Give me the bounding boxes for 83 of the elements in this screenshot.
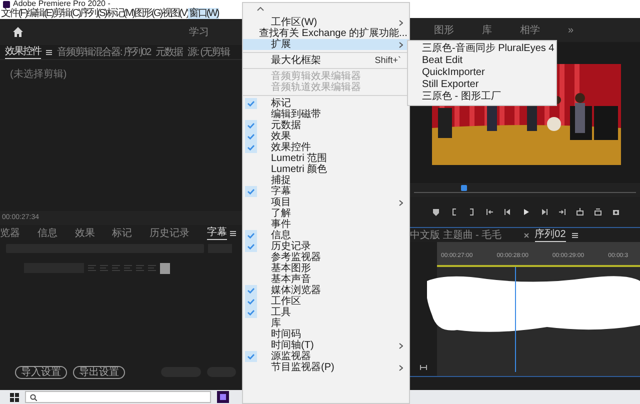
panel-tab[interactable]: 音频剪辑混合器: 序列02 (57, 47, 151, 59)
panel-tab[interactable]: 览器 (0, 228, 20, 240)
menu-item[interactable]: 库 (243, 318, 409, 329)
zoom-fit-icon[interactable] (420, 365, 427, 370)
insert-icon[interactable] (576, 208, 584, 216)
panel-tab[interactable]: 元数据 (156, 47, 183, 59)
home-icon[interactable] (13, 27, 23, 37)
go-to-out-icon[interactable] (558, 208, 566, 216)
menu-item[interactable]: 工作区 (243, 296, 409, 307)
step-forward-icon[interactable] (540, 208, 548, 216)
timeline-tab[interactable]: 中文版 主题曲 - 毛毛 (410, 230, 502, 242)
settings-button[interactable]: 导入设置 (15, 366, 67, 378)
close-icon[interactable] (524, 233, 529, 238)
menu-item[interactable]: Still Exporter (408, 79, 552, 91)
menu-item[interactable]: 基本声音 (243, 274, 409, 285)
go-to-in-icon[interactable] (486, 208, 494, 216)
panel-menu-icon[interactable] (230, 231, 236, 236)
menu-bar-item[interactable]: 序列(S) (80, 8, 106, 19)
workspace-tab[interactable]: 图形 (434, 22, 454, 38)
menu-item[interactable]: 工具 (243, 307, 409, 318)
overwrite-icon[interactable] (594, 208, 602, 216)
workspace-tab[interactable]: 库 (482, 22, 492, 38)
empty-message: (未选择剪辑) (10, 68, 68, 82)
menu-bar-item[interactable]: 图形(G) (134, 8, 162, 19)
window-title: Adobe Premiere Pro 2020 - (13, 0, 110, 8)
menu-bar-item[interactable]: 文件(F) (1, 8, 27, 19)
panel-tab[interactable]: 效果 (74, 228, 95, 240)
panel-tab[interactable]: 信息 (37, 228, 58, 240)
scroll-up-icon[interactable] (257, 7, 264, 11)
menu-item[interactable]: 元数据 (243, 120, 409, 131)
step-back-icon[interactable] (504, 208, 512, 216)
panel-menu-icon[interactable] (572, 233, 578, 238)
color-swatch[interactable] (160, 262, 170, 274)
menu-item[interactable]: 标记 (243, 98, 409, 109)
menu-item[interactable]: 信息 (243, 230, 409, 241)
menu-item[interactable]: Beat Edit (408, 55, 552, 67)
menu-item[interactable]: QuickImporter (408, 67, 552, 79)
panel-tab[interactable]: 标记 (112, 228, 132, 240)
menu-item[interactable]: 查找有关 Exchange 的扩展功能... (243, 28, 409, 39)
panel-tab[interactable]: 源: (无剪辑 (188, 47, 230, 59)
search-field[interactable] (25, 391, 211, 403)
menu-item[interactable]: 最大化框架 Shift+` (243, 55, 409, 66)
workspace-tab[interactable]: 学习 (189, 24, 209, 40)
menu-bar-item[interactable]: 剪辑(C) (53, 8, 80, 19)
menu-item[interactable]: 时间轴(T) (243, 340, 409, 351)
settings-button[interactable]: 导出设置 (73, 366, 125, 378)
play-icon[interactable] (522, 208, 530, 216)
menu-bar-item[interactable]: 标记(M) (106, 8, 134, 19)
menu-item[interactable]: 历史记录 (243, 241, 409, 252)
menu-item[interactable]: 工作区(W) (243, 17, 409, 28)
mark-in-icon[interactable] (450, 208, 458, 216)
panel-menu-icon[interactable] (46, 50, 52, 55)
panel-tab[interactable]: 历史记录 (150, 228, 190, 240)
menu-item[interactable]: 源监视器 (243, 351, 409, 362)
menu-item[interactable]: Lumetri 颜色 (243, 164, 409, 175)
menu-item[interactable]: 三原色-音画同步 PluralEyes 4 (408, 43, 552, 55)
menu-item[interactable]: Lumetri 范围 (243, 153, 409, 164)
workspace-tab[interactable]: 相学 (520, 22, 540, 38)
menu-item[interactable]: 扩展 (243, 39, 409, 50)
menu-item[interactable]: 效果控件 (243, 142, 409, 153)
search-icon (30, 394, 37, 400)
menu-item[interactable]: 时间码 (243, 329, 409, 340)
menu-item[interactable]: 节目监视器(P) (243, 362, 409, 373)
menu-item[interactable]: 项目 (243, 197, 409, 208)
marker-icon[interactable] (432, 208, 440, 216)
menu-item[interactable]: 了解 (243, 208, 409, 219)
menu-item[interactable]: 媒体浏览器 (243, 285, 409, 296)
menu-item[interactable]: 事件 (243, 219, 409, 230)
app-icon (3, 1, 10, 8)
camera-icon[interactable] (612, 208, 620, 216)
workspace-tab[interactable]: » (568, 22, 574, 38)
windows-start-icon[interactable] (10, 392, 19, 402)
menu-item[interactable]: 三原色 - 图形工厂 (408, 91, 552, 103)
menu-item[interactable]: 编辑到磁带 (243, 109, 409, 120)
menu-item[interactable]: 基本图形 (243, 263, 409, 274)
mark-out-icon[interactable] (468, 208, 476, 216)
menu-item[interactable]: 字幕 (243, 186, 409, 197)
playhead[interactable] (461, 185, 467, 191)
menu-bar-item[interactable]: 编辑(E) (26, 8, 54, 19)
menu-item[interactable]: 捕捉 (243, 175, 409, 186)
menu-item[interactable]: 效果 (243, 131, 409, 142)
app-icon[interactable] (217, 391, 229, 403)
menu-item[interactable]: 参考监视器 (243, 252, 409, 263)
